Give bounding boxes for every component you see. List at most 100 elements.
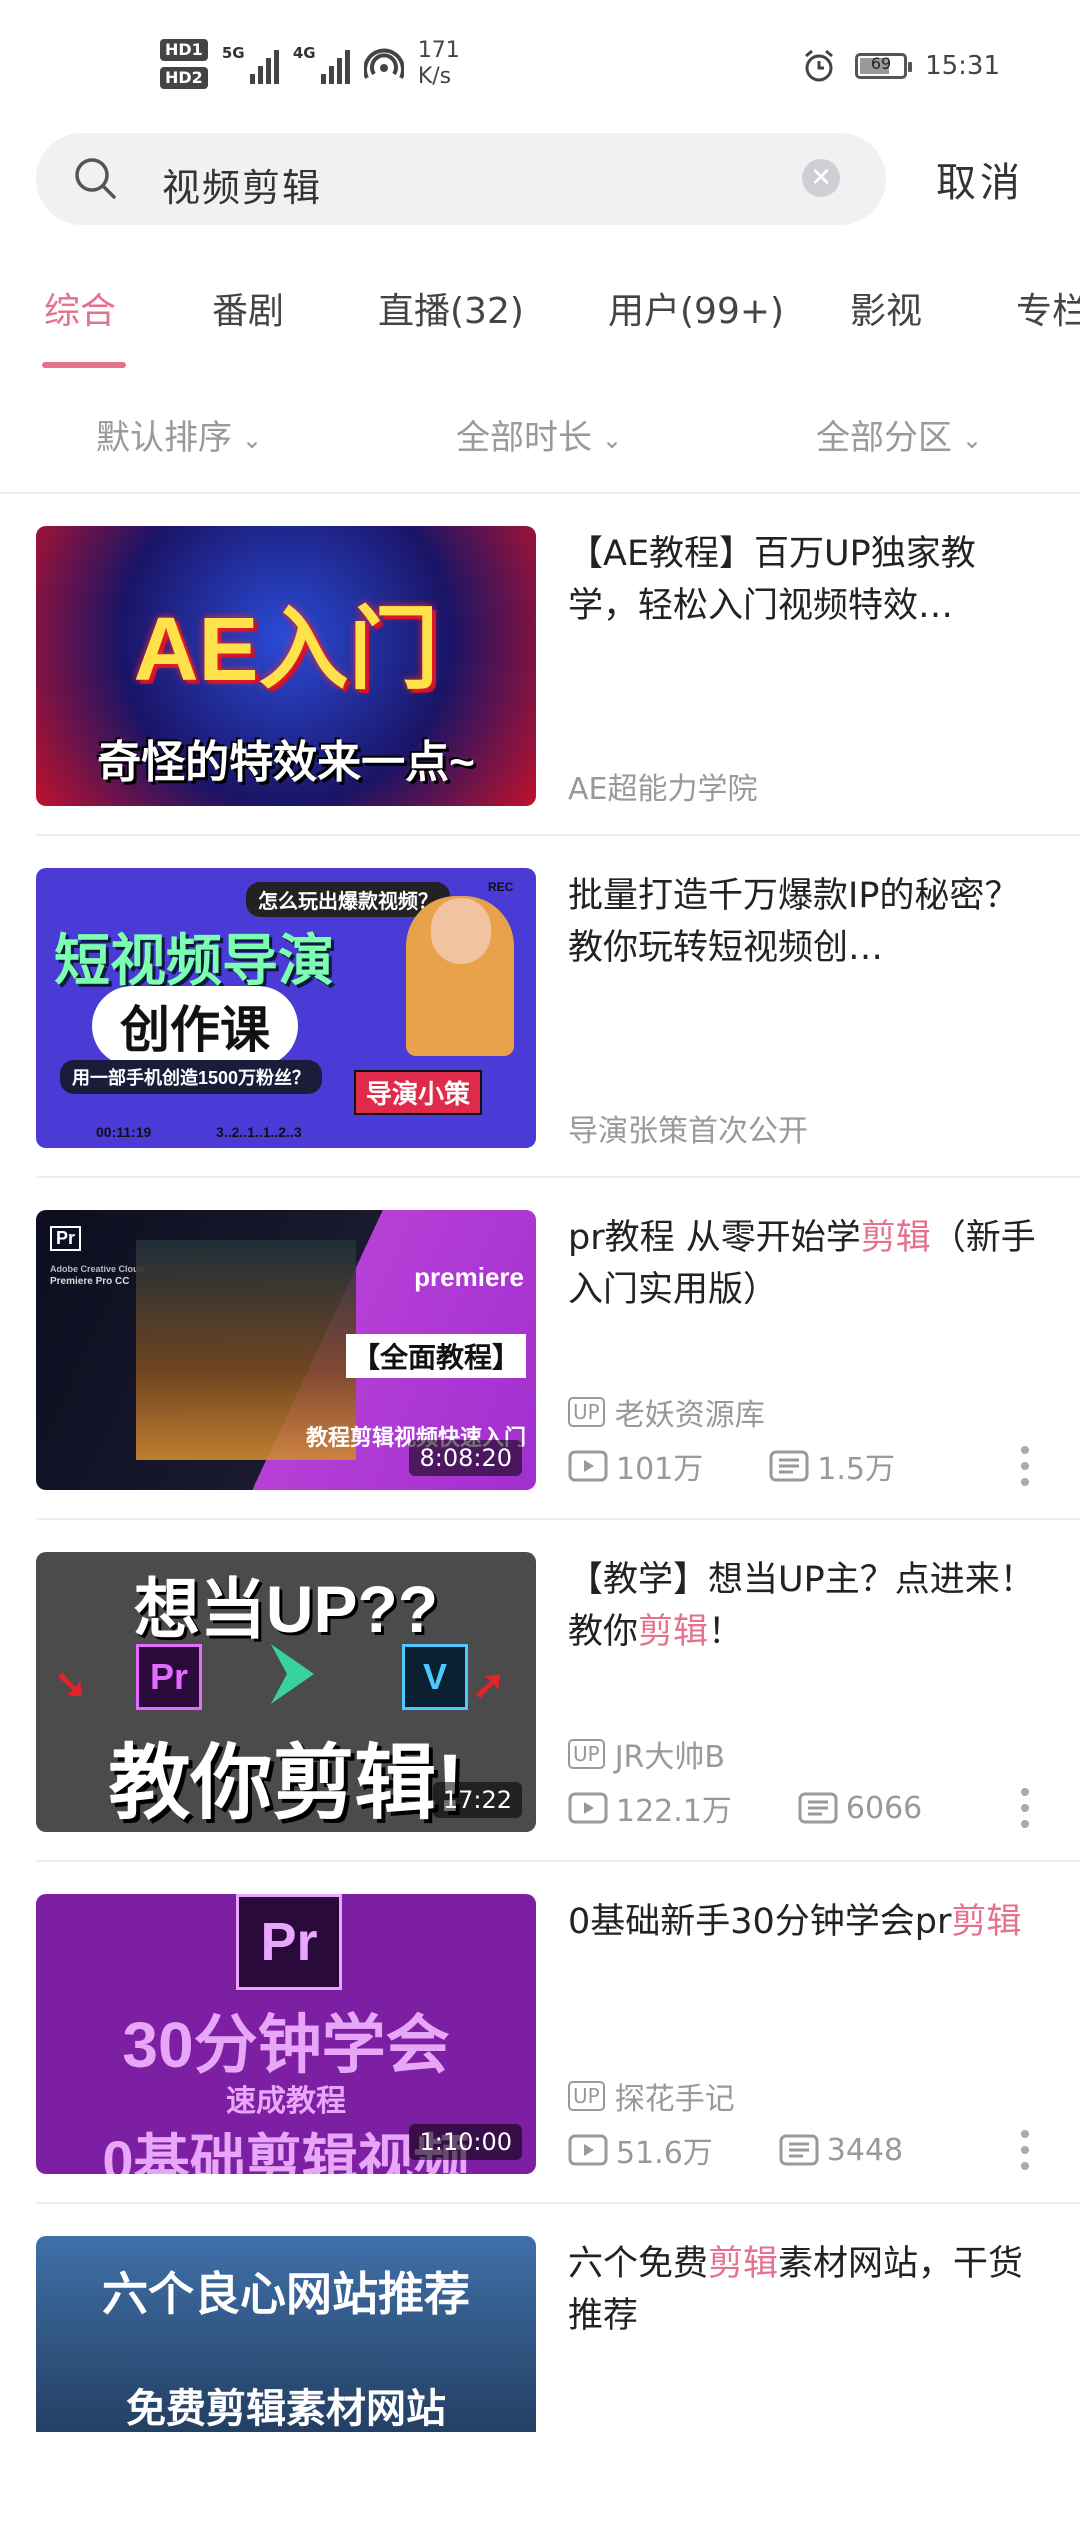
net-speed: 171 K/s: [418, 38, 460, 90]
thumb-text: 导演小策: [354, 1070, 483, 1115]
title-highlight: 剪辑: [708, 2244, 779, 2284]
play-count-icon: [568, 1450, 608, 1482]
video-title[interactable]: 批量打造千万爆款IP的秘密？教你玩转短视频创…: [568, 870, 1044, 974]
arrow-right-icon: ➚: [472, 1663, 506, 1707]
chevron-down-icon: ⌄: [962, 425, 983, 454]
uploader-name: 探花手记: [614, 2082, 735, 2117]
video-thumbnail[interactable]: Pr Adobe Creative Cloud Premiere Pro CC …: [36, 1210, 536, 1490]
video-thumbnail[interactable]: Pr 30分钟学会 速成教程 0基础剪辑视频 1:10:00: [36, 1894, 536, 2174]
thumb-text: 速成教程: [226, 2085, 346, 2118]
title-text: 0基础新手30分钟学会pr: [568, 1902, 952, 1942]
thumb-text: REC: [488, 880, 514, 894]
video-thumbnail[interactable]: 怎么玩出爆款视频？ 短视频导演 创作课 用一部手机创造1500万粉丝？ 导演小策…: [36, 868, 536, 1148]
filter-bar: 默认排序 ⌄ 全部时长 ⌄ 全部分区 ⌄: [0, 400, 1080, 490]
chevron-down-icon: ⌄: [602, 425, 623, 454]
video-title[interactable]: 六个免费剪辑素材网站，干货推荐: [568, 2238, 1044, 2342]
tab-live[interactable]: 直播(32): [378, 282, 524, 334]
arrow-left-icon: ➘: [54, 1663, 88, 1707]
danmaku-icon: [779, 2134, 819, 2166]
battery-icon: 69: [855, 53, 913, 79]
thumb-text: V: [402, 1644, 468, 1710]
video-result[interactable]: Pr 30分钟学会 速成教程 0基础剪辑视频 1:10:00 0基础新手30分钟…: [0, 1862, 1080, 2204]
cancel-button[interactable]: 取消: [936, 150, 1024, 208]
thumb-text: Adobe Creative Cloud: [50, 1264, 145, 1274]
video-result[interactable]: 想当UP?? Pr V ➘ ➚ 教你剪辑! 17:22 【教学】想当UP主？点进…: [0, 1520, 1080, 1862]
thumb-text: 六个良心网站推荐: [102, 2268, 470, 2320]
play-count: 51.6万: [616, 2136, 713, 2171]
tab-column[interactable]: 专栏: [1016, 282, 1080, 334]
search-input[interactable]: 视频剪辑: [162, 157, 322, 212]
thumb-text: 短视频导演: [54, 929, 334, 992]
video-result[interactable]: 六个良心网站推荐 免费剪辑素材网站 六个免费剪辑素材网站，干货推荐: [0, 2204, 1080, 2546]
active-tab-indicator: [42, 362, 126, 368]
title-text: 【AE教程】百万UP独家教学，轻松入门视频特效…: [568, 534, 976, 626]
title-text: 批量打造千万爆款IP的秘密？教你玩转短视频创…: [568, 876, 1020, 968]
video-result[interactable]: AE入门 奇怪的特效来一点~ 【AE教程】百万UP独家教学，轻松入门视频特效… …: [0, 494, 1080, 836]
status-left: HD1 HD2 5G 4G 171 K/s: [160, 38, 460, 90]
play-count-icon: [568, 2134, 608, 2166]
play-count-icon: [568, 1792, 608, 1824]
tab-users[interactable]: 用户(99+): [608, 282, 784, 334]
alarm-icon: [805, 49, 834, 82]
uploader[interactable]: UP 探花手记: [568, 2074, 735, 2118]
title-text: pr教程 从零开始学: [568, 1218, 861, 1258]
signal-5g-icon: 5G: [222, 44, 279, 84]
thumb-text: 想当UP??: [133, 1572, 439, 1646]
video-title[interactable]: pr教程 从零开始学剪辑（新手入门实用版）: [568, 1212, 1044, 1316]
video-thumbnail[interactable]: 六个良心网站推荐 免费剪辑素材网站: [36, 2236, 536, 2432]
danmaku-count: 6066: [845, 1790, 923, 1826]
danmaku-icon: [769, 1450, 809, 1482]
title-text: ！: [708, 1612, 744, 1652]
thumb-text: 免费剪辑素材网站: [126, 2387, 446, 2431]
hotspot-icon: [363, 48, 404, 79]
video-result[interactable]: 怎么玩出爆款视频？ 短视频导演 创作课 用一部手机创造1500万粉丝？ 导演小策…: [0, 836, 1080, 1178]
danmaku-icon: [798, 1792, 838, 1824]
sort-filter[interactable]: 默认排序 ⌄: [96, 410, 262, 459]
play-count: 122.1万: [616, 1794, 732, 1829]
more-options-icon[interactable]: [1020, 1446, 1030, 1486]
video-stats: 122.1万 6066: [568, 1786, 922, 1830]
hd2-badge: HD2: [160, 67, 208, 89]
video-title[interactable]: 【AE教程】百万UP独家教学，轻松入门视频特效…: [568, 528, 1044, 632]
clock: 15:31: [925, 51, 1000, 81]
presenter-face: [431, 898, 491, 964]
video-result[interactable]: Pr Adobe Creative Cloud Premiere Pro CC …: [0, 1178, 1080, 1520]
thumb-text: Pr: [136, 1644, 202, 1710]
plays-stat: 51.6万: [568, 2128, 713, 2172]
more-options-icon[interactable]: [1020, 1788, 1030, 1828]
thumb-text: premiere: [414, 1262, 524, 1292]
danmaku-count: 1.5万: [817, 1452, 895, 1487]
title-text: 六个免费: [568, 2244, 709, 2284]
uploader-name: JR大帅B: [614, 1740, 725, 1775]
duration-filter[interactable]: 全部时长 ⌄: [456, 410, 622, 459]
uploader-name: AE超能力学院: [568, 772, 758, 807]
video-title[interactable]: 0基础新手30分钟学会pr剪辑: [568, 1896, 1044, 1948]
up-badge-icon: UP: [568, 1397, 605, 1427]
uploader[interactable]: UP 老妖资源库: [568, 1390, 765, 1434]
zone-filter[interactable]: 全部分区 ⌄: [816, 410, 982, 459]
tab-anime[interactable]: 番剧: [212, 282, 284, 334]
thumb-text: Premiere Pro CC: [50, 1276, 130, 1287]
video-title[interactable]: 【教学】想当UP主？点进来！教你剪辑！: [568, 1554, 1044, 1658]
zone-filter-label: 全部分区: [816, 418, 952, 458]
uploader[interactable]: 导演张策首次公开: [568, 1106, 808, 1150]
filmora-logo: [270, 1644, 314, 1704]
net1-label: 5G: [221, 44, 245, 62]
search-bar[interactable]: 视频剪辑 ✕: [36, 133, 886, 225]
clear-search-icon[interactable]: ✕: [802, 159, 840, 197]
more-options-icon[interactable]: [1020, 2130, 1030, 2170]
signal-4g-icon: 4G: [293, 44, 350, 84]
danmaku-count: 3448: [826, 2132, 904, 2168]
tab-film[interactable]: 影视: [850, 282, 922, 334]
video-thumbnail[interactable]: AE入门 奇怪的特效来一点~: [36, 526, 536, 806]
up-badge-icon: UP: [568, 1739, 605, 1769]
thumb-text: 30分钟学会: [122, 2009, 450, 2081]
video-thumbnail[interactable]: 想当UP?? Pr V ➘ ➚ 教你剪辑! 17:22: [36, 1552, 536, 1832]
sort-filter-label: 默认排序: [96, 418, 232, 458]
thumb-text: 【全面教程】: [345, 1334, 526, 1378]
uploader[interactable]: UP JR大帅B: [568, 1732, 725, 1776]
status-bar: HD1 HD2 5G 4G 171 K/s 69 15:31: [0, 0, 1080, 130]
uploader[interactable]: AE超能力学院: [568, 764, 757, 808]
net2-label: 4G: [292, 44, 316, 62]
tab-all[interactable]: 综合: [44, 282, 116, 334]
